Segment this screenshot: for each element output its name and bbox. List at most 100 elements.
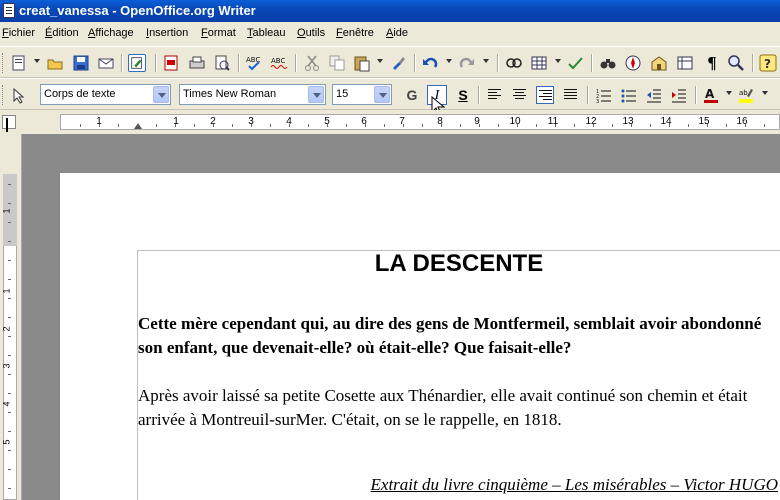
bullets-icon[interactable] (620, 86, 638, 104)
paragraph-style-select[interactable]: Corps de texte (40, 84, 171, 105)
ruler-tick (289, 124, 290, 127)
data-sources-icon[interactable] (676, 54, 694, 72)
ruler-tick (669, 124, 670, 127)
highlighting-dropdown-icon[interactable] (762, 91, 768, 95)
ruler-number: 11 (547, 116, 559, 127)
cut-icon[interactable] (303, 54, 321, 72)
menu-insertion[interactable]: Insertion (146, 27, 188, 39)
menu-aide[interactable]: Aide (386, 27, 408, 39)
ruler-tick (8, 222, 11, 223)
paste-icon[interactable] (353, 54, 371, 72)
find-binoculars-icon[interactable] (599, 54, 617, 72)
bold-button[interactable]: G (402, 85, 422, 105)
chevron-down-icon[interactable] (308, 86, 324, 103)
ruler-tick (764, 124, 765, 127)
paragraph-style-value: Corps de texte (44, 88, 116, 100)
decrease-indent-icon[interactable] (645, 86, 663, 104)
menu-fenetre[interactable]: Fenêtre (336, 27, 374, 39)
help-icon[interactable]: ? (759, 54, 777, 72)
redo-dropdown-icon[interactable] (483, 59, 489, 63)
font-color-dropdown-icon[interactable] (726, 91, 732, 95)
underline-button[interactable]: S (453, 85, 473, 105)
undo-dropdown-icon[interactable] (446, 59, 452, 63)
ruler-tick (137, 124, 138, 127)
copy-icon[interactable] (328, 54, 346, 72)
increase-indent-icon[interactable] (670, 86, 688, 104)
toolbar-separator (121, 54, 122, 72)
toolbar-separator (238, 54, 239, 72)
ruler-number: 5 (1, 439, 12, 445)
print-preview-icon[interactable] (213, 54, 231, 72)
toolbar-separator (587, 86, 588, 104)
chevron-down-icon[interactable] (153, 86, 169, 103)
ruler-tick (80, 124, 81, 127)
horizontal-ruler[interactable]: 1 1 2 3 4 5 6 7 8 9 10 11 12 13 14 15 16 (60, 114, 780, 130)
align-left-button[interactable] (486, 86, 504, 104)
new-document-icon[interactable] (10, 54, 28, 72)
zoom-icon[interactable] (727, 54, 745, 72)
menu-fichier[interactable]: Fichier (2, 27, 35, 39)
ruler-tick (8, 241, 11, 242)
email-icon[interactable] (97, 54, 115, 72)
document-paragraph[interactable]: Après avoir laissé sa petite Cosette aux… (138, 384, 778, 432)
menu-edition[interactable]: Édition (45, 27, 79, 39)
menu-bar: Fichier Édition Affichage Insertion Form… (0, 22, 780, 46)
gallery-icon[interactable] (650, 54, 668, 72)
navigator-compass-icon[interactable] (624, 54, 642, 72)
numbering-icon[interactable]: 123 (595, 86, 613, 104)
ruler-tick (745, 124, 746, 127)
font-name-select[interactable]: Times New Roman (179, 84, 326, 105)
align-right-button[interactable] (536, 86, 554, 104)
menu-affichage[interactable]: Affichage (88, 27, 134, 39)
ruler-number: 1 (1, 208, 12, 214)
tab-stop-selector-icon[interactable] (2, 115, 16, 129)
svg-text:ab: ab (739, 89, 748, 97)
save-icon[interactable] (72, 54, 90, 72)
redo-icon[interactable] (458, 54, 476, 72)
chevron-down-icon[interactable] (374, 86, 390, 103)
align-center-button[interactable] (511, 86, 529, 104)
font-size-select[interactable]: 15 (332, 84, 392, 105)
format-paintbrush-icon[interactable] (389, 54, 407, 72)
indent-marker-icon[interactable] (134, 123, 142, 129)
document-paragraph[interactable]: Cette mère cependant qui, au dire des ge… (138, 312, 778, 360)
ruler-tick (688, 124, 689, 127)
ruler-tick (403, 124, 404, 127)
standard-toolbar: ABC ABC ¶ ? (0, 46, 780, 78)
edit-mode-icon[interactable] (128, 54, 146, 72)
spellcheck-icon[interactable]: ABC (245, 54, 263, 72)
font-color-icon[interactable]: A (702, 86, 720, 104)
ruler-number: 10 (509, 116, 521, 127)
ruler-tick (270, 124, 271, 127)
undo-icon[interactable] (421, 54, 439, 72)
autospellcheck-icon[interactable]: ABC (270, 54, 288, 72)
justify-button[interactable] (562, 86, 580, 104)
paste-dropdown-icon[interactable] (377, 59, 383, 63)
ruler-tick (422, 124, 423, 127)
table-icon[interactable] (530, 54, 548, 72)
ruler-tick (536, 124, 537, 127)
nonprinting-characters-icon[interactable]: ¶ (703, 54, 721, 72)
print-icon[interactable] (188, 54, 206, 72)
toolbar-grip[interactable] (2, 85, 5, 105)
toolbar-separator (155, 54, 156, 72)
menu-outils[interactable]: Outils (297, 27, 325, 39)
export-pdf-icon[interactable] (162, 54, 180, 72)
navigator-links-icon[interactable] (505, 54, 523, 72)
menu-format[interactable]: Format (201, 27, 236, 39)
svg-text:?: ? (764, 57, 771, 71)
table-dropdown-icon[interactable] (555, 59, 561, 63)
highlighting-icon[interactable]: ab (737, 86, 755, 104)
window-title: creat_vanessa - OpenOffice.org Writer (19, 3, 256, 18)
vertical-ruler[interactable]: 1 1 2 3 4 5 (0, 134, 22, 500)
document-title[interactable]: LA DESCENTE (138, 250, 780, 278)
show-draw-functions-icon[interactable] (566, 54, 584, 72)
toolbar-grip[interactable] (2, 53, 5, 73)
ruler-tick (8, 450, 11, 451)
ruler-number: 2 (1, 326, 12, 332)
open-folder-icon[interactable] (46, 54, 64, 72)
document-citation[interactable]: Extrait du livre cinquième – Les misérab… (371, 475, 778, 495)
menu-tableau[interactable]: Tableau (247, 27, 286, 39)
styles-formatting-icon[interactable] (11, 86, 29, 104)
new-dropdown-icon[interactable] (34, 59, 40, 63)
